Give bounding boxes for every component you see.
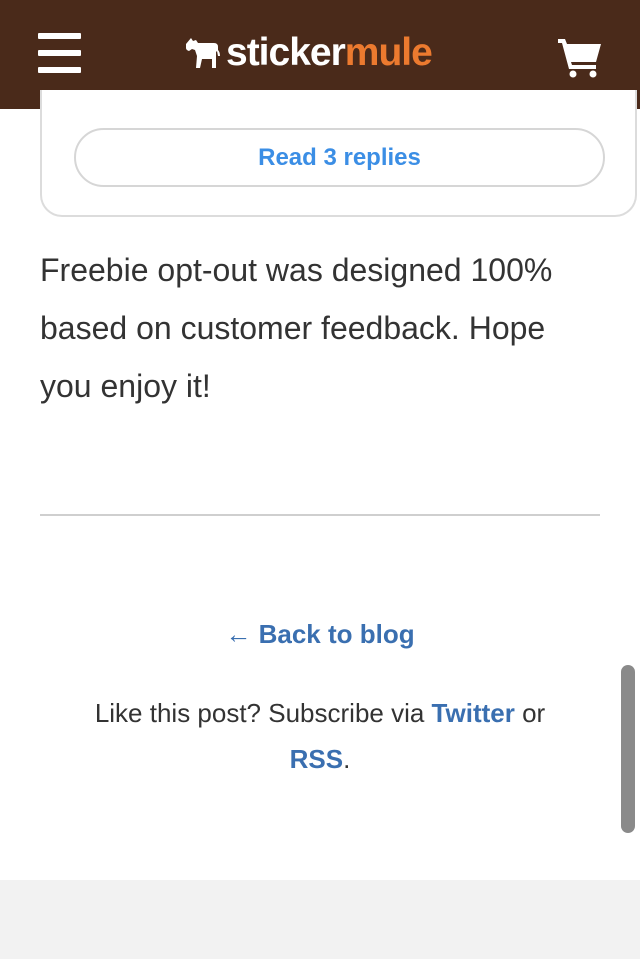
- divider: [40, 514, 600, 516]
- cart-icon[interactable]: [556, 36, 604, 78]
- subscribe-period: .: [343, 744, 351, 774]
- rss-link[interactable]: RSS: [290, 744, 343, 774]
- logo-mule-text: mule: [344, 31, 433, 74]
- back-to-blog-link-row: ← Back to blog: [0, 614, 640, 654]
- logo-sticker-text: sticker: [226, 31, 346, 74]
- post-body-text: Freebie opt-out was designed 100% based …: [40, 252, 553, 404]
- back-to-blog-link[interactable]: ← Back to blog: [225, 619, 414, 649]
- subscribe-prefix: Like this post? Subscribe via: [94, 698, 432, 728]
- stickermule-logo[interactable]: stickermule: [180, 31, 433, 75]
- menu-icon[interactable]: [38, 33, 81, 73]
- mule-logo-icon: [186, 38, 220, 68]
- footer-band: [0, 880, 640, 959]
- subscribe-or: or: [514, 698, 546, 728]
- subscribe-line: Like this post? Subscribe via Twitter or…: [60, 690, 580, 782]
- read-replies-button[interactable]: Read 3 replies: [74, 128, 605, 187]
- logo-wordmark: stickermule: [226, 31, 433, 75]
- scrollbar[interactable]: [621, 665, 635, 833]
- twitter-link[interactable]: Twitter: [432, 698, 515, 728]
